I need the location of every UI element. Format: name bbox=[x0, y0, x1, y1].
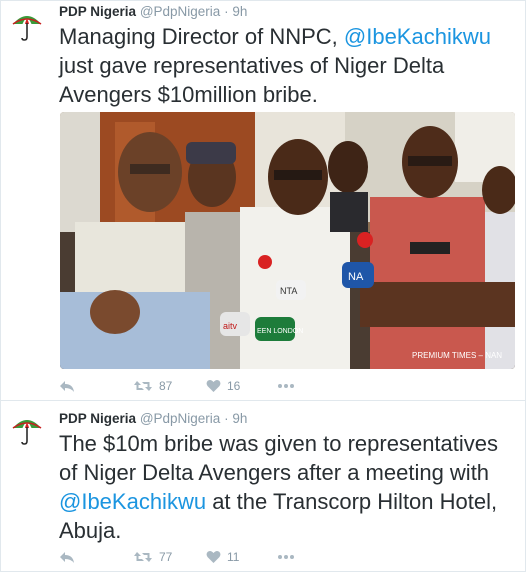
tweet-timestamp[interactable]: 9h bbox=[232, 4, 247, 19]
more-icon bbox=[278, 384, 294, 388]
mic-nta-label: NTA bbox=[280, 286, 297, 296]
like-count: 16 bbox=[227, 379, 241, 393]
like-count: 11 bbox=[227, 550, 240, 564]
heart-icon bbox=[206, 551, 221, 563]
heart-icon bbox=[206, 380, 221, 392]
retweet-icon bbox=[134, 552, 152, 562]
pdp-umbrella-avatar-icon[interactable] bbox=[11, 415, 43, 447]
mention-link[interactable]: @IbeKachikwu bbox=[59, 489, 206, 514]
more-icon bbox=[278, 555, 294, 559]
retweet-count: 87 bbox=[159, 379, 173, 393]
like-button[interactable]: 11 bbox=[206, 547, 239, 567]
mention-link[interactable]: @IbeKachikwu bbox=[344, 24, 491, 49]
tweet-text-part: The $10m bribe was given to representati… bbox=[59, 431, 499, 485]
reply-button[interactable] bbox=[59, 376, 75, 396]
author-handle[interactable]: @PdpNigeria bbox=[140, 411, 221, 426]
photo-credit: PREMIUM TIMES – NAN bbox=[412, 351, 502, 360]
more-button[interactable] bbox=[277, 547, 295, 567]
tweet-2[interactable]: PDP Nigeria @PdpNigeria · 9h The $10m br… bbox=[0, 400, 526, 572]
tweet-actions: 77 11 bbox=[59, 547, 359, 567]
pdp-umbrella-avatar-icon[interactable] bbox=[11, 11, 43, 43]
mic-aitv-label: aitv bbox=[223, 321, 238, 331]
author-name[interactable]: PDP Nigeria bbox=[59, 4, 136, 19]
tweet-text-part: Managing Director of NNPC, bbox=[59, 24, 344, 49]
tweet-photo[interactable]: aitv EEN LONDON NA NTA PREMIUM TIMES – N… bbox=[60, 112, 515, 369]
reply-button[interactable] bbox=[59, 547, 75, 567]
tweet-header: PDP Nigeria @PdpNigeria · 9h bbox=[59, 4, 247, 20]
retweet-count: 77 bbox=[159, 550, 173, 564]
reply-icon bbox=[60, 381, 74, 392]
tweet-actions: 87 16 bbox=[59, 376, 359, 396]
mic-na-label: NA bbox=[348, 271, 364, 283]
reply-icon bbox=[60, 552, 74, 563]
tweet-timestamp[interactable]: 9h bbox=[232, 411, 247, 426]
tweet-text-part: just gave representatives of Niger Delta… bbox=[59, 53, 445, 107]
tweet-text: The $10m bribe was given to representati… bbox=[59, 429, 521, 545]
mic-een-label: EEN LONDON bbox=[257, 328, 303, 335]
retweet-icon bbox=[134, 381, 152, 391]
retweet-button[interactable]: 77 bbox=[133, 547, 172, 567]
tweet-1[interactable]: PDP Nigeria @PdpNigeria · 9h Managing Di… bbox=[0, 0, 526, 401]
separator-dot: · bbox=[224, 4, 229, 19]
author-handle[interactable]: @PdpNigeria bbox=[140, 4, 221, 19]
more-button[interactable] bbox=[277, 376, 295, 396]
tweet-header: PDP Nigeria @PdpNigeria · 9h bbox=[59, 411, 247, 427]
like-button[interactable]: 16 bbox=[206, 376, 240, 396]
author-name[interactable]: PDP Nigeria bbox=[59, 411, 136, 426]
separator-dot: · bbox=[224, 411, 229, 426]
tweet-text: Managing Director of NNPC, @IbeKachikwu … bbox=[59, 22, 521, 109]
retweet-button[interactable]: 87 bbox=[133, 376, 172, 396]
